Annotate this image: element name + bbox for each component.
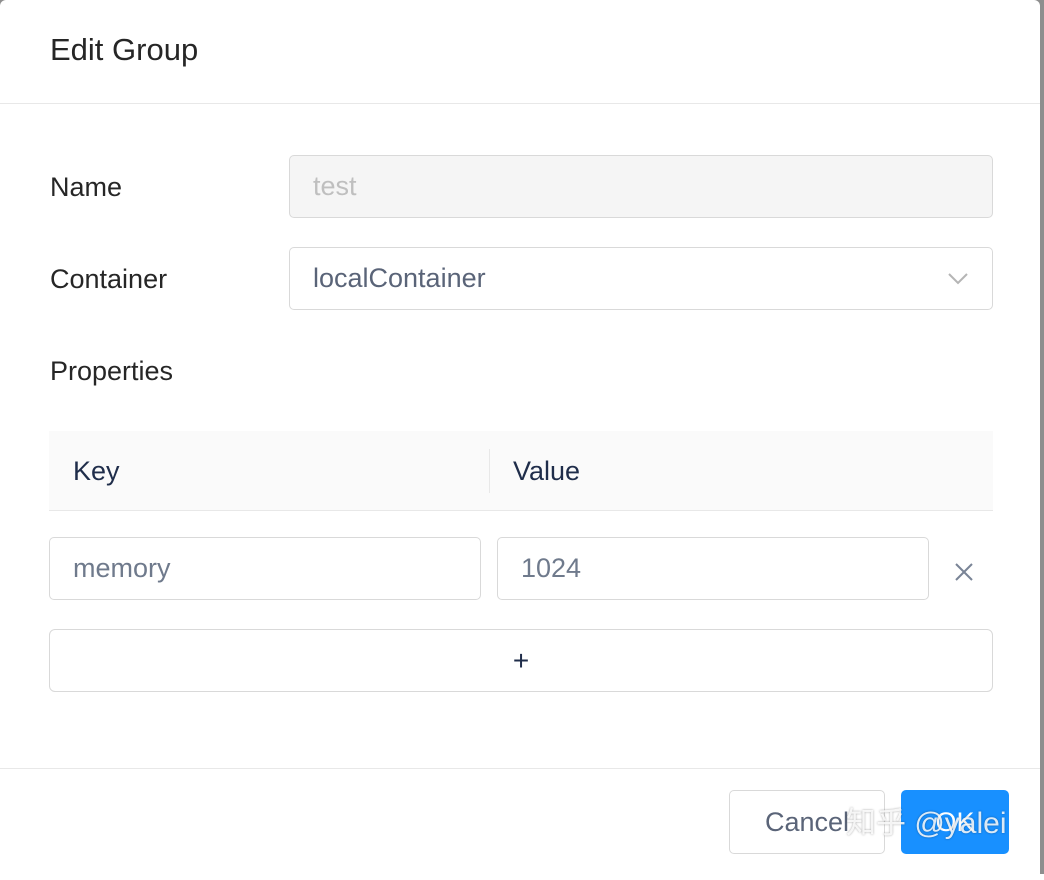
column-header-key: Key xyxy=(73,456,120,486)
property-value-value: 1024 xyxy=(521,553,582,583)
name-input: test xyxy=(289,155,993,218)
chevron-down-icon xyxy=(946,266,970,290)
column-header-value: Value xyxy=(513,456,581,486)
dialog-header: Edit Group xyxy=(0,0,1040,104)
add-property-button[interactable]: + xyxy=(49,629,993,692)
ok-button[interactable]: OK xyxy=(901,790,1009,854)
properties-label: Properties xyxy=(50,356,174,386)
dialog-title: Edit Group xyxy=(50,32,199,67)
container-select[interactable]: localContainer xyxy=(289,247,993,310)
dialog-footer: Cancel OK xyxy=(0,768,1040,874)
container-select-value: localContainer xyxy=(313,263,486,293)
edit-group-dialog: Edit Group Name test Container localCont… xyxy=(0,0,1040,880)
property-key-value: memory xyxy=(73,553,171,583)
close-icon[interactable] xyxy=(950,558,978,586)
property-value-input[interactable]: 1024 xyxy=(497,537,929,600)
column-divider xyxy=(489,449,490,493)
container-label: Container xyxy=(50,264,168,294)
properties-table-header: Key Value xyxy=(49,431,993,511)
name-label: Name xyxy=(50,172,123,202)
property-key-input[interactable]: memory xyxy=(49,537,481,600)
cancel-button[interactable]: Cancel xyxy=(729,790,885,854)
name-input-value: test xyxy=(313,171,357,201)
